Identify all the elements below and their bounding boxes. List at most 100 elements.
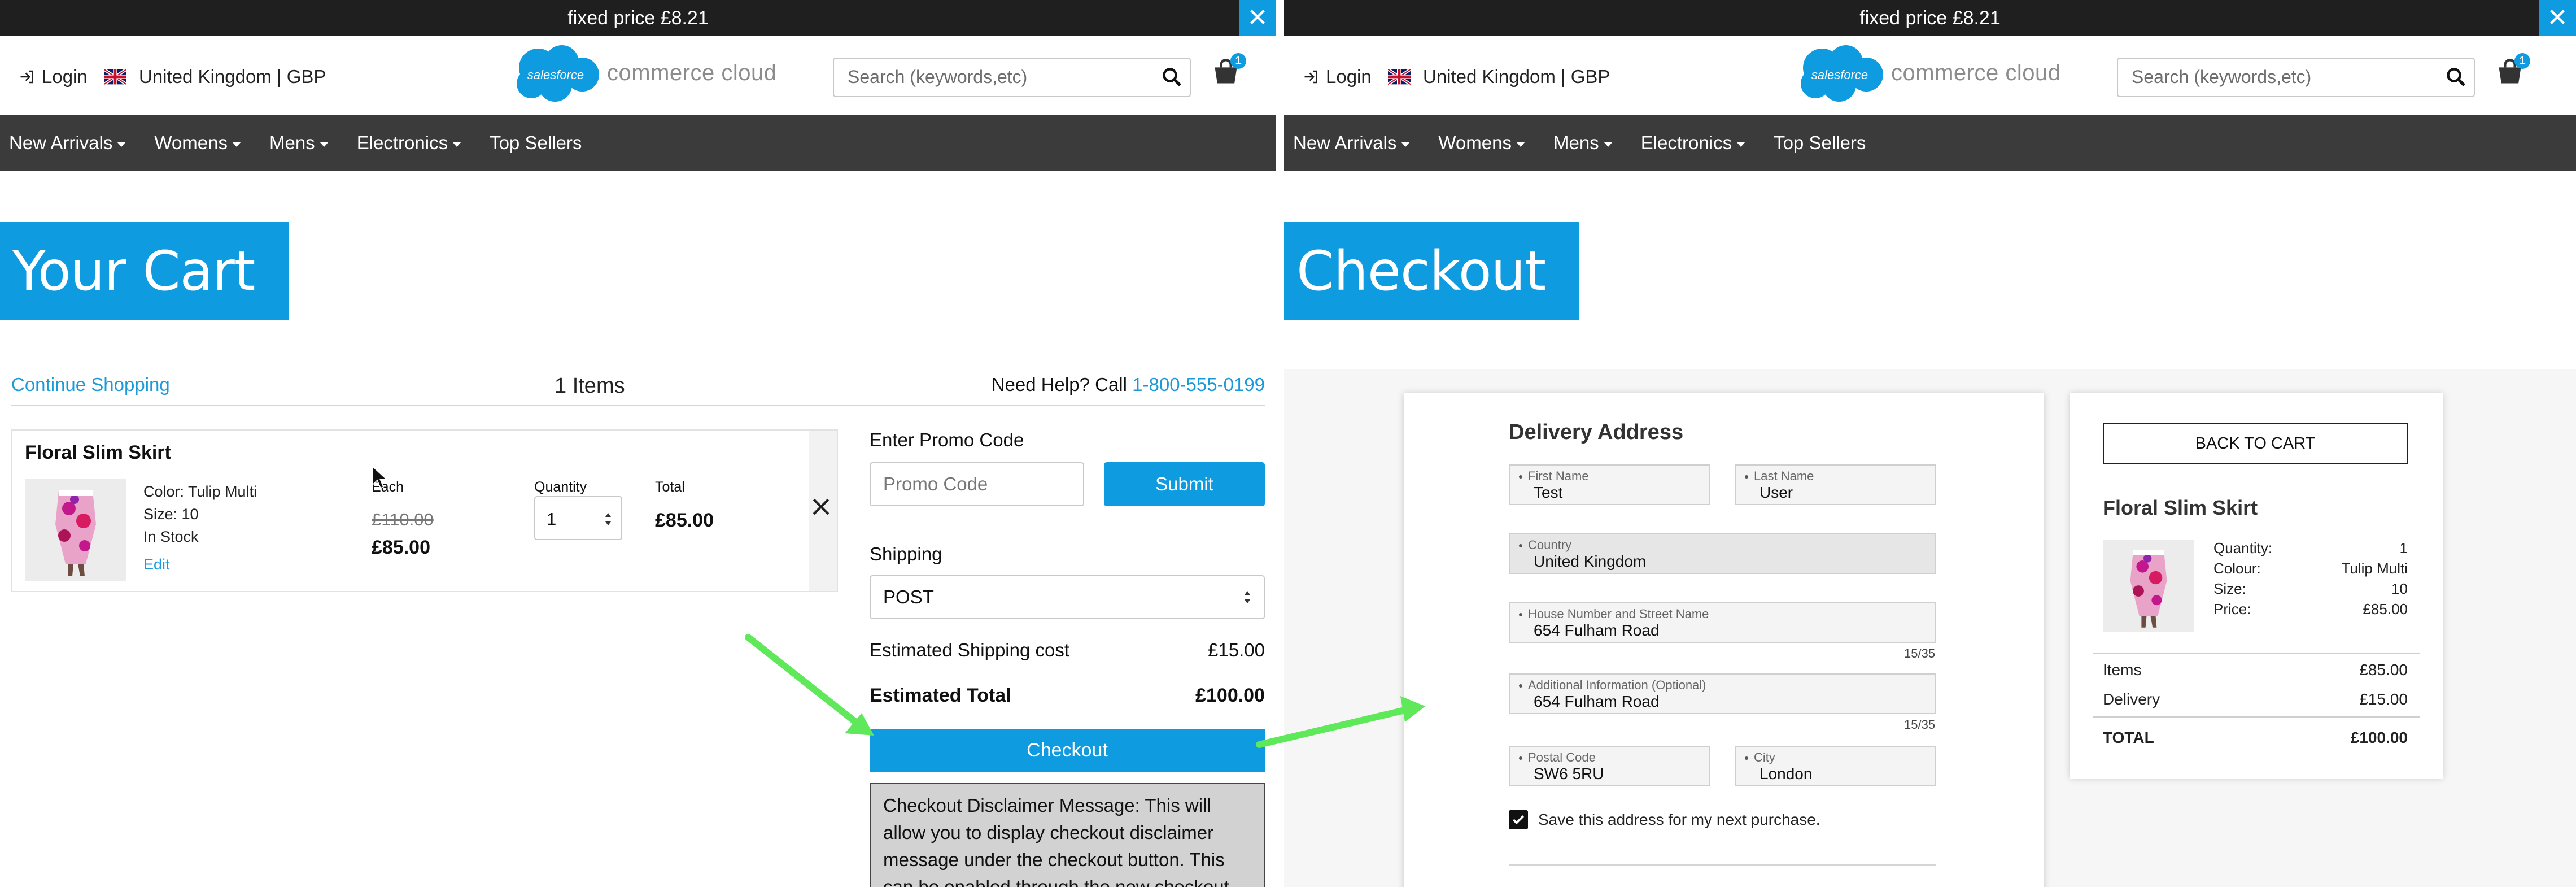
uk-flag-icon: [104, 69, 126, 85]
country-field[interactable]: Country United Kingdom: [1509, 533, 1936, 574]
search-icon[interactable]: [1162, 67, 1182, 87]
quantity-value: 1: [547, 509, 557, 529]
estimated-shipping-label: Estimated Shipping cost: [870, 640, 1070, 660]
caret-down-icon: [1736, 141, 1746, 147]
caret-down-icon: [1516, 141, 1525, 147]
shipping-method-select[interactable]: POST: [870, 575, 1265, 619]
field-label: Country: [1519, 538, 1571, 553]
required-dot-icon: [1519, 684, 1522, 688]
required-dot-icon: [1519, 544, 1522, 548]
postal-code-field[interactable]: Postal Code SW6 5RU: [1509, 746, 1710, 786]
field-label: Additional Information (Optional): [1519, 678, 1706, 693]
promo-banner: fixed price £8.21 ✕: [0, 0, 1276, 36]
last-name-field[interactable]: Last Name User: [1735, 464, 1936, 505]
help-phone-link[interactable]: 1-800-555-0199: [1132, 374, 1265, 395]
estimated-total-row: Estimated Total £100.00: [870, 685, 1265, 707]
login-label: Login: [42, 66, 88, 87]
nav-top-sellers[interactable]: Top Sellers: [1774, 132, 1866, 154]
help-label: Need Help? Call: [991, 374, 1127, 395]
field-label: City: [1745, 750, 1775, 765]
checkout-disclaimer: Checkout Disclaimer Message: This will a…: [870, 783, 1265, 887]
country-value: United Kingdom: [1534, 553, 1647, 570]
nav-mens[interactable]: Mens: [1553, 132, 1613, 154]
address-line2-label: Additional Information (Optional): [1528, 678, 1706, 692]
promo-code-input[interactable]: [870, 462, 1084, 506]
help-text: Need Help? Call 1-800-555-0199: [992, 374, 1265, 395]
close-icon[interactable]: ✕: [1239, 0, 1276, 36]
nav-new-arrivals[interactable]: New Arrivals: [9, 132, 126, 154]
continue-shopping-link[interactable]: Continue Shopping: [11, 374, 170, 395]
login-link[interactable]: Login: [1303, 66, 1372, 88]
summary-divider: [2093, 653, 2420, 654]
first-name-label: First Name: [1528, 469, 1589, 483]
cart-count-badge: 1: [2514, 53, 2530, 69]
shipping-label: Shipping: [870, 543, 942, 564]
nav-electronics[interactable]: Electronics: [357, 132, 462, 154]
salesforce-logo[interactable]: salesforce commerce cloud: [1795, 42, 2060, 104]
cart-info-row: Continue Shopping 1 Items Need Help? Cal…: [11, 368, 1265, 406]
select-arrows-icon: [605, 513, 611, 525]
city-field[interactable]: City London: [1735, 746, 1936, 786]
delivery-value: £15.00: [2359, 690, 2408, 708]
caret-down-icon: [232, 141, 241, 147]
login-link[interactable]: Login: [19, 66, 88, 88]
nav-label: Top Sellers: [490, 132, 582, 153]
cart-icon[interactable]: 1: [2495, 53, 2530, 89]
search-input[interactable]: [2130, 59, 2438, 95]
main-nav: New Arrivals Womens Mens Electronics Top…: [1284, 115, 2576, 171]
product-size: Size: 10: [143, 506, 199, 523]
product-color: Color: Tulip Multi: [143, 483, 257, 500]
summary-detail-row: Price: £85.00: [2213, 599, 2408, 619]
first-name-field[interactable]: First Name Test: [1509, 464, 1710, 505]
detail-label: Size:: [2213, 580, 2246, 597]
nav-top-sellers[interactable]: Top Sellers: [490, 132, 582, 154]
first-name-value: Test: [1534, 484, 1563, 501]
save-address-checkbox[interactable]: [1509, 810, 1528, 829]
address-line1-counter: 15/35: [1904, 646, 1936, 660]
original-price: £110.00: [372, 510, 434, 529]
nav-womens[interactable]: Womens: [154, 132, 241, 154]
field-label: Postal Code: [1519, 750, 1596, 765]
product-image[interactable]: [25, 479, 126, 581]
remove-item-icon[interactable]: [811, 497, 831, 516]
nav-mens[interactable]: Mens: [269, 132, 329, 154]
panel-divider: [1276, 0, 1284, 887]
summary-divider: [2093, 716, 2420, 718]
city-label: City: [1754, 750, 1775, 764]
caret-down-icon: [1401, 141, 1411, 147]
nav-new-arrivals[interactable]: New Arrivals: [1293, 132, 1411, 154]
search-input[interactable]: [846, 59, 1154, 95]
logo-text: commerce cloud: [607, 60, 777, 85]
nav-electronics[interactable]: Electronics: [1641, 132, 1746, 154]
caret-down-icon: [452, 141, 462, 147]
country-label: Country: [1528, 538, 1572, 552]
search-box: [833, 58, 1191, 97]
nav-label: Mens: [269, 132, 315, 153]
summary-product-details: Quantity: 1 Colour: Tulip Multi Size: 10 Pr…: [2213, 538, 2408, 619]
promo-submit-button[interactable]: Submit: [1104, 462, 1265, 506]
uk-flag-icon: [1388, 69, 1411, 85]
nav-womens[interactable]: Womens: [1438, 132, 1525, 154]
locale-selector[interactable]: United Kingdom | GBP: [1388, 66, 1610, 88]
cart-icon[interactable]: 1: [1211, 53, 1246, 89]
summary-detail-row: Size: 10: [2213, 579, 2408, 599]
edit-product-link[interactable]: Edit: [143, 556, 170, 573]
checkmark-icon: [1512, 815, 1525, 825]
locale-selector[interactable]: United Kingdom | GBP: [104, 66, 326, 88]
nav-label: New Arrivals: [1293, 132, 1397, 153]
banner-text: fixed price £8.21: [1859, 7, 2001, 29]
address-line2-field[interactable]: Additional Information (Optional) 654 Fu…: [1509, 673, 1936, 714]
checkout-button[interactable]: Checkout: [870, 729, 1265, 772]
quantity-select[interactable]: 1: [534, 496, 622, 540]
required-dot-icon: [1519, 613, 1522, 617]
cart-screen: fixed price £8.21 ✕ Login United Kingdom…: [0, 0, 1276, 887]
select-arrows-icon: [1245, 591, 1250, 603]
search-icon[interactable]: [2446, 67, 2466, 87]
cart-count-badge: 1: [1230, 53, 1246, 69]
close-icon[interactable]: ✕: [2539, 0, 2576, 36]
address-line1-field[interactable]: House Number and Street Name 654 Fulham …: [1509, 602, 1936, 643]
address-line2-counter: 15/35: [1904, 718, 1936, 732]
salesforce-logo[interactable]: salesforce commerce cloud: [511, 42, 776, 104]
back-to-cart-button[interactable]: BACK TO CART: [2103, 423, 2408, 464]
detail-label: Price:: [2213, 601, 2251, 618]
